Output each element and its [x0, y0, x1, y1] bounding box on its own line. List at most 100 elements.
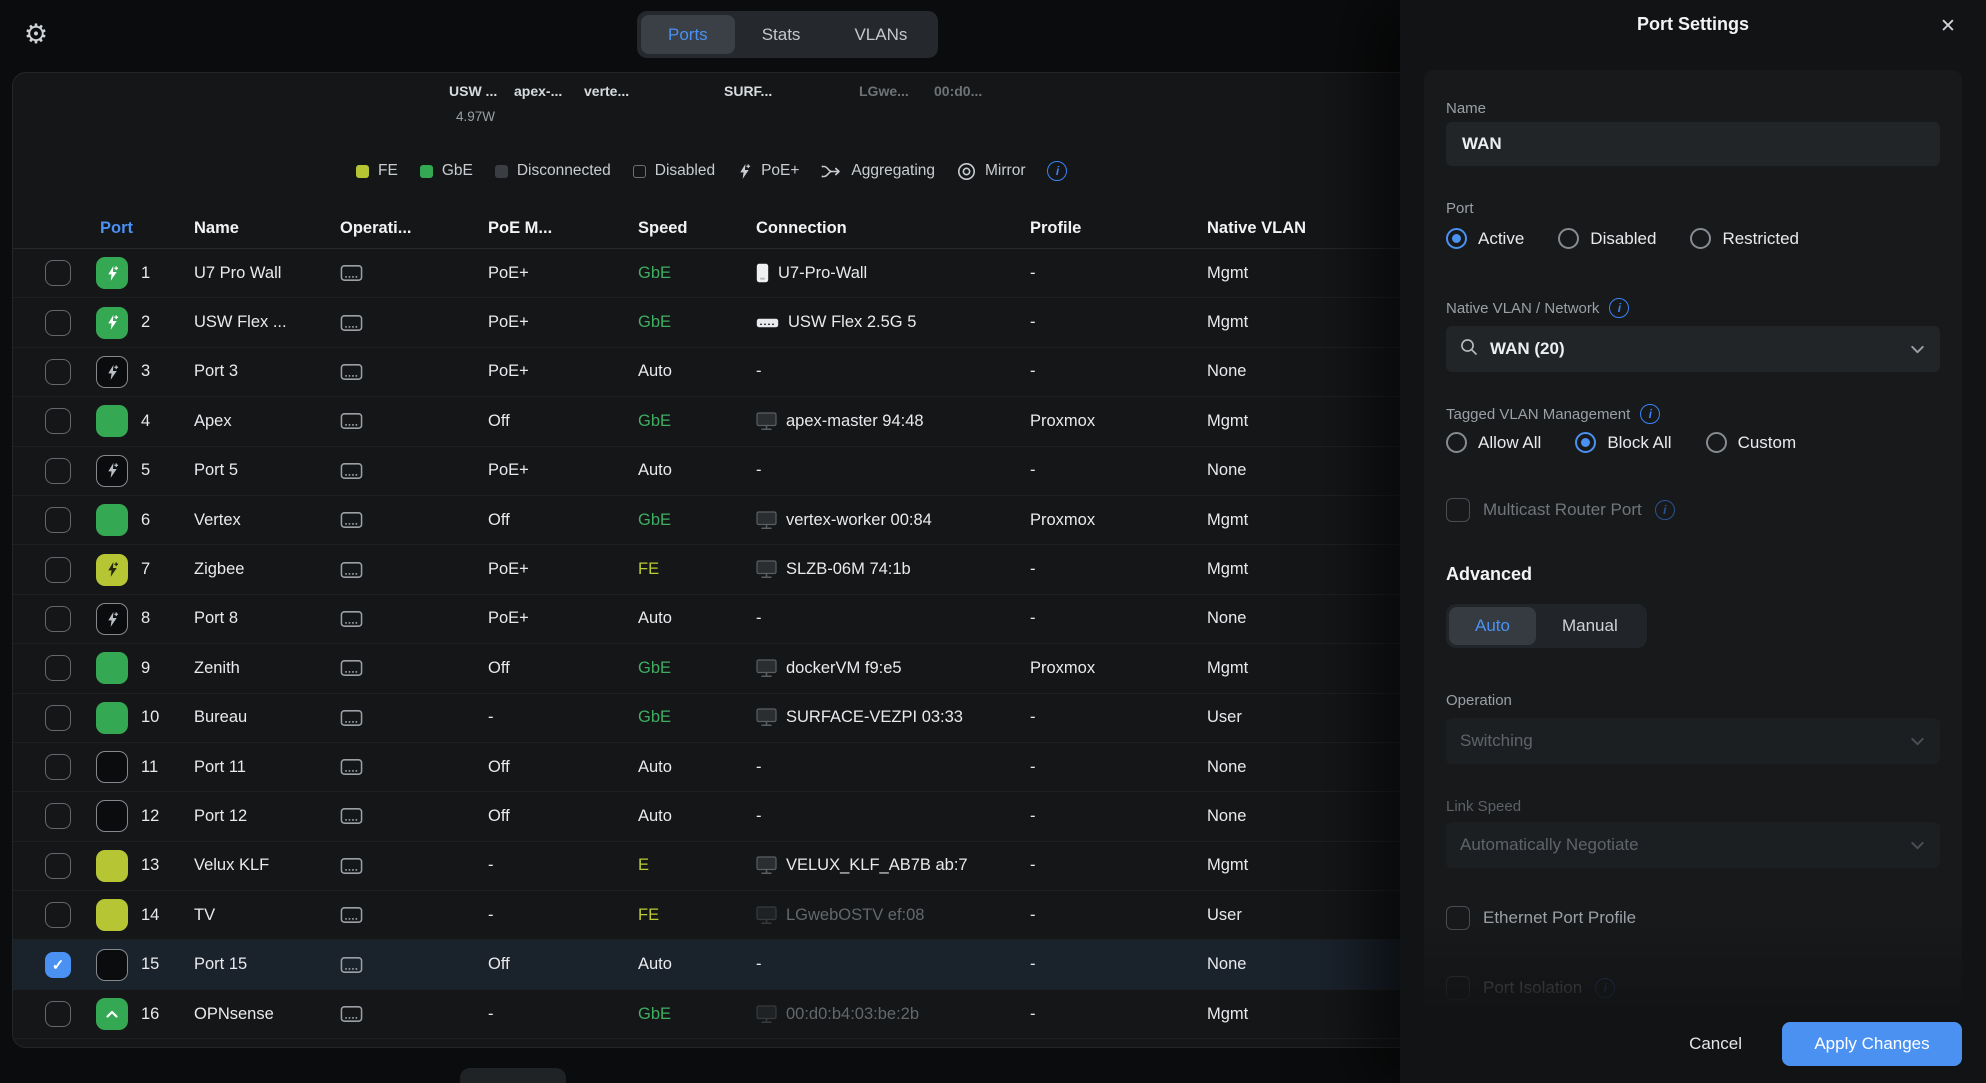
switch-device-icon — [340, 1004, 363, 1024]
port-state-radio-disabled[interactable]: Disabled — [1558, 228, 1656, 249]
tagged-vlan-label: Tagged VLAN Management — [1446, 406, 1630, 423]
connection-name: - — [756, 609, 762, 628]
connection-name: - — [756, 758, 762, 777]
info-icon[interactable]: i — [1047, 161, 1067, 181]
port-settings-panel: Port Settings ✕ Name WAN Port ActiveDisa… — [1400, 0, 1986, 1083]
settings-gear-icon[interactable]: ⚙ — [16, 14, 56, 54]
row-select-checkbox[interactable] — [45, 557, 71, 583]
port-status-icon — [96, 998, 128, 1030]
column-header-name[interactable]: Name — [194, 219, 340, 238]
connection-cell: U7-Pro-Wall — [756, 263, 1030, 283]
switch-device-icon — [340, 658, 363, 678]
connection-cell: apex-master 94:48 — [756, 412, 1030, 431]
mode-segment-manual[interactable]: Manual — [1536, 607, 1644, 645]
legend-item-aggregating: Aggregating — [821, 162, 935, 180]
connection-cell: 00:d0:b4:03:be:2b — [756, 1005, 1030, 1024]
column-header-profile[interactable]: Profile — [1030, 219, 1207, 238]
port-state-radio-restricted[interactable]: Restricted — [1690, 228, 1799, 249]
row-select-checkbox[interactable] — [45, 260, 71, 286]
connection-name: SLZB-06M 74:1b — [786, 560, 911, 579]
switch-device-icon — [340, 461, 363, 481]
connection-name: 00:d0:b4:03:be:2b — [786, 1005, 919, 1024]
connection-cell: - — [756, 609, 1030, 628]
port-state-radio-active[interactable]: Active — [1446, 228, 1524, 249]
profile-cell: - — [1030, 906, 1207, 925]
native-vlan-select[interactable]: WAN (20) — [1446, 326, 1940, 372]
port-isolation-checkbox[interactable] — [1446, 976, 1470, 1000]
column-header-speed[interactable]: Speed — [638, 219, 756, 238]
portmap-device-label: 00:d0... — [934, 83, 982, 99]
row-select-checkbox[interactable] — [45, 902, 71, 928]
column-header-port[interactable]: Port — [96, 219, 194, 238]
pagination-button-partial[interactable] — [460, 1068, 566, 1083]
tagged-vlan-radio-allow-all[interactable]: Allow All — [1446, 432, 1541, 453]
computer-icon — [756, 560, 777, 579]
computer-icon — [756, 856, 777, 875]
port-number-cell: 16 — [141, 1005, 194, 1024]
operation-select[interactable]: Switching — [1446, 718, 1940, 764]
legend-item-disconnected: Disconnected — [495, 162, 611, 180]
row-select-checkbox[interactable] — [45, 853, 71, 879]
info-icon[interactable]: i — [1640, 404, 1660, 424]
apply-changes-button[interactable]: Apply Changes — [1782, 1022, 1962, 1066]
computer-icon — [756, 412, 777, 431]
row-select-checkbox[interactable]: ✓ — [45, 952, 71, 978]
poe-mode-cell: PoE+ — [488, 560, 638, 579]
row-select-checkbox[interactable] — [45, 655, 71, 681]
cancel-button[interactable]: Cancel — [1689, 1034, 1742, 1054]
port-isolation-checkbox-row[interactable]: Port Isolation i — [1446, 976, 1940, 1000]
speed-cell: Auto — [638, 362, 756, 381]
speed-cell: GbE — [638, 1005, 756, 1024]
poe-power-label: 4.97W — [456, 109, 495, 124]
panel-footer: Cancel Apply Changes — [1400, 1019, 1986, 1083]
port-status-icon — [96, 307, 128, 339]
poe-bolt-icon — [737, 163, 752, 180]
tab-ports[interactable]: Ports — [641, 15, 735, 54]
tab-stats[interactable]: Stats — [735, 15, 828, 54]
native-vlan-value: WAN (20) — [1490, 339, 1565, 359]
tagged-vlan-radio-custom[interactable]: Custom — [1706, 432, 1797, 453]
info-icon[interactable]: i — [1609, 298, 1629, 318]
row-select-checkbox[interactable] — [45, 705, 71, 731]
operation-device-icon — [340, 263, 488, 283]
ethernet-profile-checkbox[interactable] — [1446, 906, 1470, 930]
row-select-checkbox[interactable] — [45, 458, 71, 484]
row-select-checkbox[interactable] — [45, 754, 71, 780]
tab-vlans[interactable]: VLANs — [827, 15, 934, 54]
name-input[interactable]: WAN — [1446, 122, 1940, 166]
row-select-checkbox[interactable] — [45, 606, 71, 632]
speed-cell: GbE — [638, 313, 756, 332]
link-speed-select[interactable]: Automatically Negotiate — [1446, 822, 1940, 868]
multicast-router-checkbox-row[interactable]: Multicast Router Port i — [1446, 498, 1940, 522]
row-select-checkbox[interactable] — [45, 408, 71, 434]
row-select-checkbox[interactable] — [45, 507, 71, 533]
speed-cell: Auto — [638, 807, 756, 826]
advanced-section-label: Advanced — [1446, 564, 1940, 585]
column-header-operation[interactable]: Operati... — [340, 219, 488, 238]
tagged-vlan-radio-block-all[interactable]: Block All — [1575, 432, 1671, 453]
computer-icon — [756, 906, 777, 925]
row-select-checkbox[interactable] — [45, 359, 71, 385]
ethernet-port-profile-checkbox-row[interactable]: Ethernet Port Profile — [1446, 906, 1940, 930]
multicast-checkbox[interactable] — [1446, 498, 1470, 522]
column-header-connection[interactable]: Connection — [756, 219, 1030, 238]
mode-segment-auto[interactable]: Auto — [1449, 607, 1536, 645]
close-icon[interactable]: ✕ — [1932, 10, 1964, 42]
port-isolation-label: Port Isolation — [1483, 978, 1582, 998]
port-number-cell: 6 — [141, 511, 194, 530]
row-select-checkbox[interactable] — [45, 1001, 71, 1027]
row-select-checkbox[interactable] — [45, 310, 71, 336]
mirror-icon — [957, 162, 976, 181]
operation-device-icon — [340, 609, 488, 629]
profile-cell: - — [1030, 313, 1207, 332]
column-header-poe-mode[interactable]: PoE M... — [488, 219, 638, 238]
row-select-checkbox[interactable] — [45, 803, 71, 829]
switch-device-icon — [340, 905, 363, 925]
connection-name: vertex-worker 00:84 — [786, 511, 932, 530]
port-state-label: Port — [1446, 200, 1940, 217]
switch-device-icon — [340, 856, 363, 876]
profile-cell: - — [1030, 461, 1207, 480]
connection-cell: - — [756, 461, 1030, 480]
search-glyph — [1460, 338, 1478, 356]
profile-cell: - — [1030, 362, 1207, 381]
